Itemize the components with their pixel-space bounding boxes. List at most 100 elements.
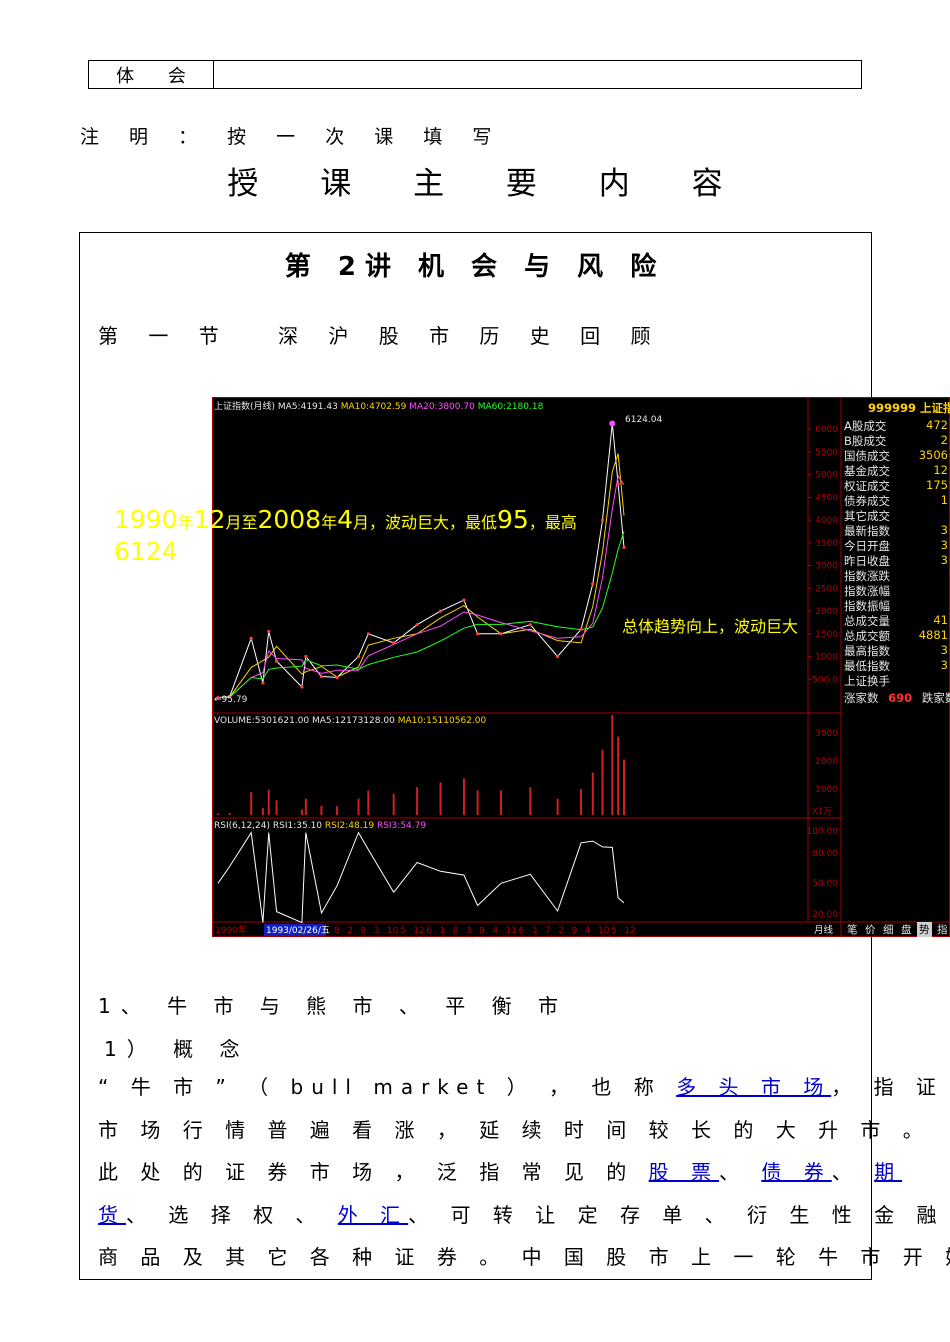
- volume-bar: [500, 790, 503, 815]
- annotation-year-start: 1990: [114, 505, 178, 534]
- side-panel-row: 基金成交 12: [844, 463, 950, 478]
- x-axis-label: 1: [532, 926, 538, 936]
- side-panel-row: 今日开盘 3: [844, 538, 950, 553]
- link-stocks[interactable]: 股 票: [649, 1160, 719, 1184]
- subsection-heading: 1、 牛 市 与 熊 市 、 平 衡 市: [98, 994, 568, 1018]
- section-title: 深 沪 股 市 历 史 回 顾: [278, 324, 663, 348]
- index-point: [415, 623, 419, 627]
- annotation-text-1: 年: [177, 513, 194, 532]
- x-axis-start: 1990年: [215, 924, 247, 936]
- y-tick-label: 3500: [815, 539, 838, 549]
- side-row-value: 3: [940, 523, 948, 537]
- side-panel-row: 指数涨幅: [844, 583, 950, 598]
- x-axis-label: 9: [479, 926, 485, 936]
- x-axis-label: 2: [347, 926, 353, 936]
- side-row-value: 472: [926, 418, 948, 432]
- side-panel-row: 最新指数 3: [844, 523, 950, 538]
- annotation-text-4: 月，波动巨大，最低: [353, 513, 498, 532]
- rsi-label: RSI(6,12,24): [214, 821, 270, 831]
- side-row-label: 指数振幅: [844, 599, 890, 613]
- ma60-line: [217, 531, 625, 699]
- y-tick-label: 3000: [815, 562, 838, 572]
- volume-bar: [261, 808, 264, 815]
- volume-header: VOLUME:5301621.00 MA5:12173128.00 MA10:1…: [214, 716, 486, 726]
- reflection-value[interactable]: [214, 61, 861, 88]
- index-point: [579, 627, 583, 631]
- index-point: [528, 623, 532, 627]
- link-futures-part1[interactable]: 期: [874, 1160, 902, 1184]
- side-row-label: A股成交: [844, 419, 887, 433]
- reflection-table: 体 会: [88, 60, 862, 89]
- side-row-label: 最新指数: [844, 524, 890, 538]
- para-text: 、: [831, 1160, 860, 1184]
- side-tab[interactable]: 价: [863, 922, 878, 937]
- para-text: 、 选 择 权 、: [126, 1202, 324, 1227]
- side-tab[interactable]: 细: [881, 922, 896, 937]
- side-row-value: 3: [940, 553, 948, 567]
- index-point: [304, 654, 308, 659]
- rsi-tick-label: 100.00: [807, 827, 839, 837]
- side-row-label: 总成交额: [844, 629, 890, 643]
- annotation-year-end: 2008: [257, 505, 322, 534]
- y-tick-label: 5500: [815, 448, 838, 458]
- index-point: [476, 632, 480, 636]
- volume-bar: [617, 736, 620, 815]
- y-tick-label: 2500: [815, 584, 838, 594]
- volume-ma10: MA10:15110562.00: [397, 716, 487, 726]
- volume-bar: [462, 778, 465, 815]
- para-text: 、: [719, 1160, 748, 1184]
- rise-label: 涨家数: [844, 691, 879, 705]
- index-point: [335, 675, 339, 680]
- side-panel-row: 总成交量 41: [844, 613, 950, 628]
- annotation-month-start: 12: [193, 505, 226, 534]
- ma60-label: MA60:2180.18: [477, 402, 544, 412]
- concept-heading: 1） 概 念: [104, 1037, 250, 1061]
- side-row-label: 指数涨幅: [844, 584, 890, 598]
- x-axis-label: 1: [440, 926, 446, 936]
- side-row-value: 3506: [918, 448, 948, 462]
- volume-bar: [267, 789, 270, 815]
- annotation-month-end: 4: [337, 505, 354, 534]
- chart-title: 上证指数(月线): [214, 402, 276, 412]
- section-number: 第 一 节: [98, 324, 231, 348]
- side-tab[interactable]: 势: [917, 922, 932, 937]
- rsi-header: RSI(6,12,24) RSI1:35.10 RSI2:48.19 RSI3:…: [214, 821, 426, 831]
- x-axis-label: 8: [334, 926, 340, 936]
- side-tab[interactable]: 盘: [899, 922, 914, 937]
- volume-bar: [367, 790, 370, 815]
- chart-header: 上证指数(月线) MA5:4191.43 MA10:4702.59 MA20:3…: [214, 399, 543, 412]
- index-point: [622, 545, 626, 550]
- link-long-market[interactable]: 多 头 市 场: [676, 1075, 831, 1099]
- side-panel-row: 最低指数 3: [844, 658, 950, 673]
- side-row-value: 3: [940, 643, 948, 657]
- x-axis-label: 6: [519, 926, 525, 936]
- side-tab[interactable]: 笔: [845, 922, 860, 937]
- side-row-label: 国债成交: [844, 449, 890, 463]
- side-row-label: 指数涨跌: [844, 569, 890, 583]
- side-panel-row: 昨日收盘 3: [844, 553, 950, 568]
- index-point: [319, 674, 324, 679]
- index-point: [261, 681, 265, 685]
- x-axis-label: 3: [466, 926, 472, 936]
- side-tab[interactable]: 指: [935, 922, 950, 937]
- x-axis-label: 4: [585, 926, 591, 936]
- min-value-label: ←95.79: [214, 695, 248, 705]
- link-forex[interactable]: 外 汇: [338, 1203, 408, 1227]
- y-tick-label: 4000: [815, 516, 838, 526]
- index-point: [392, 641, 396, 645]
- volume-bar: [304, 798, 307, 815]
- x-axis-label: 9: [360, 926, 366, 936]
- link-futures-part2[interactable]: 货: [98, 1203, 126, 1227]
- stock-chart: 6000 5500 5000 4500 4000 3500 3000 2500 2000 1500…: [212, 397, 950, 937]
- annotation-text-2: 月至: [225, 513, 258, 532]
- link-bonds[interactable]: 债 券: [761, 1160, 831, 1184]
- y-tick-label: 6000: [815, 425, 838, 435]
- volume-bar: [439, 782, 442, 815]
- chart-annotation-trend: 总体趋势向上，波动巨大: [622, 617, 799, 636]
- volume-bar: [320, 805, 323, 815]
- index-point: [366, 632, 370, 636]
- side-row-label: 债券成交: [844, 494, 890, 508]
- x-axis-label: 3: [374, 926, 380, 936]
- paragraph-line-1: “ 牛 市 ” （ bull market ） ， 也 称 多 头 市 场， 指…: [98, 1066, 950, 1109]
- index-point: [300, 685, 304, 689]
